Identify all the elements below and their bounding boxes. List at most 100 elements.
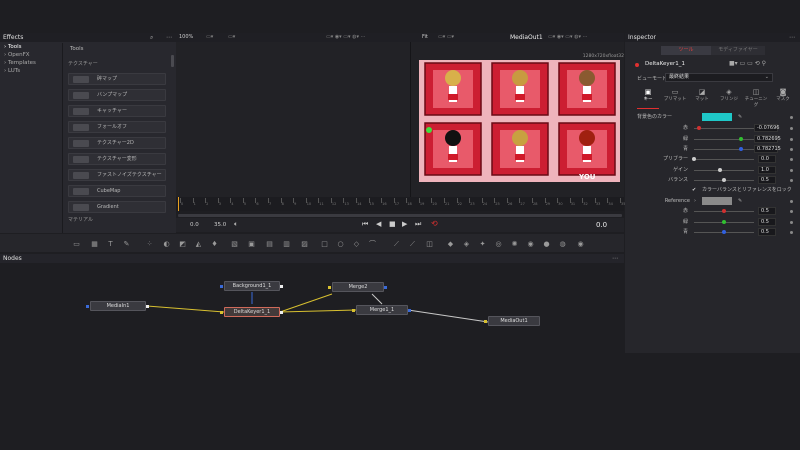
keyframe-dot[interactable] xyxy=(790,137,793,141)
channel-value[interactable]: 0.5 xyxy=(758,217,776,226)
tool-item[interactable]: フォールオフ xyxy=(68,121,166,133)
input-pin[interactable] xyxy=(328,286,331,289)
view-mode-dropdown[interactable]: 最終結果 ⌄ xyxy=(665,73,773,82)
stop-icon[interactable]: ■ xyxy=(389,220,396,228)
tool-planar-icon[interactable]: ⟋ xyxy=(408,240,417,248)
slider-knob[interactable] xyxy=(738,136,743,141)
tool-blur-icon[interactable]: ◐ xyxy=(162,240,171,248)
slider-knob[interactable] xyxy=(696,126,701,130)
nodes-panel[interactable]: Nodes ⋯ Background1_1 Merge2 MediaIn1 De… xyxy=(0,254,624,450)
fit-dropdown[interactable]: Fit xyxy=(422,33,428,42)
tool-merge-icon[interactable]: ▧ xyxy=(230,240,239,248)
start-time[interactable]: 0.0 xyxy=(190,222,199,228)
tool-text-icon[interactable]: T xyxy=(106,240,115,248)
slider-knob[interactable] xyxy=(722,178,726,182)
tool-rect-mask-icon[interactable]: □ xyxy=(320,240,329,248)
channel-value[interactable]: 0.5 xyxy=(758,207,776,215)
subtab-key[interactable]: ▣ キー xyxy=(635,88,661,108)
tool-3d-merge-icon[interactable]: ◈ xyxy=(462,240,471,248)
playhead[interactable] xyxy=(178,197,179,211)
tool-3d-icon[interactable]: ◫ xyxy=(425,240,434,248)
tool-item[interactable]: テクスチャー2D xyxy=(68,137,166,149)
node-background[interactable]: Background1_1 xyxy=(224,281,280,291)
channel-slider[interactable] xyxy=(694,149,754,150)
tool-item[interactable]: バンプマップ xyxy=(68,89,166,101)
inspector-options-icon[interactable]: ■▾ ▭ ▭ ⟲ ⚲ xyxy=(729,60,766,67)
viewer-left[interactable] xyxy=(176,42,410,197)
node-merge2[interactable]: Merge2 xyxy=(332,282,384,292)
eyedropper-icon[interactable]: ✎ xyxy=(738,112,742,122)
gain-value[interactable]: 1.0 xyxy=(758,166,776,174)
slider-knob[interactable] xyxy=(722,219,726,224)
output-pin[interactable] xyxy=(408,309,411,312)
tool-tracker-icon[interactable]: ⟋ xyxy=(392,240,401,248)
keyframe-dot[interactable] xyxy=(790,210,793,213)
go-end-icon[interactable]: ⏭︎ xyxy=(415,220,421,229)
channel-value[interactable]: 0.5 xyxy=(758,228,776,236)
play-icon[interactable]: ▶ xyxy=(402,220,407,228)
input-pin[interactable] xyxy=(352,309,355,312)
subtab-tuning[interactable]: ◫ チューニング xyxy=(743,88,769,108)
keyframe-dot[interactable] xyxy=(790,220,793,224)
current-time[interactable]: 0.0 xyxy=(596,221,607,229)
output-pin[interactable] xyxy=(280,311,283,314)
tool-drop-icon[interactable]: ♦ xyxy=(210,240,219,248)
channel-slider[interactable] xyxy=(694,138,754,140)
subtab-fringe[interactable]: ◈ フリンジ xyxy=(716,88,742,108)
preblur-value[interactable]: 0.0 xyxy=(758,155,776,163)
output-pin[interactable] xyxy=(146,305,149,308)
tool-crop-icon[interactable]: ▨ xyxy=(300,240,309,248)
tool-ellipse-mask-icon[interactable]: ○ xyxy=(336,240,345,248)
tool-item[interactable]: CubeMap xyxy=(68,185,166,197)
tool-polygon-mask-icon[interactable]: ◇ xyxy=(352,240,361,248)
tree-item-templates[interactable]: › Templates xyxy=(0,59,62,67)
tree-item-openfx[interactable]: › OpenFX xyxy=(0,51,62,59)
keyframe-dot[interactable] xyxy=(790,169,793,172)
subtab-matte[interactable]: ◪ マット xyxy=(689,88,715,108)
tool-item[interactable]: テクスチャー変形 xyxy=(68,153,166,165)
slider-knob[interactable] xyxy=(692,157,696,161)
viewer-option-icon[interactable]: ▭▾ xyxy=(206,33,213,42)
search-icon[interactable]: ⌕ xyxy=(150,33,153,42)
tool-transform-icon[interactable]: ▥ xyxy=(282,240,291,248)
channel-value[interactable]: 0.782695 xyxy=(754,134,781,143)
preblur-slider[interactable] xyxy=(694,159,754,160)
subtab-prematte[interactable]: ▭ プリマット xyxy=(662,88,688,108)
slider-knob[interactable] xyxy=(722,230,726,234)
input-pin[interactable] xyxy=(484,320,487,323)
viewer-option-icon[interactable]: ▭▾ xyxy=(228,33,235,42)
slider-knob[interactable] xyxy=(718,168,722,172)
tool-item[interactable]: キャッチャー xyxy=(68,105,166,117)
subtab-mask[interactable]: ◙ マスク xyxy=(770,88,796,108)
more-icon[interactable]: ⋯ xyxy=(789,33,795,42)
input-pin[interactable] xyxy=(220,285,223,288)
tool-grade-icon[interactable]: ◩ xyxy=(178,240,187,248)
tool-texture-icon[interactable]: ◍ xyxy=(558,240,567,248)
output-pin[interactable] xyxy=(280,285,283,288)
tool-image-icon[interactable]: ▦ xyxy=(90,240,99,248)
tool-item[interactable]: Gradient xyxy=(68,201,166,213)
keyframe-dot[interactable] xyxy=(790,200,793,203)
viewer-option-icon[interactable]: ▭▾ ◉▾ ▭▾ ◍▾ ⋯ xyxy=(326,33,366,42)
slider-knob[interactable] xyxy=(722,209,726,213)
viewer-option-icon[interactable]: ▭▾ ▭▾ xyxy=(438,33,454,42)
effects-scrollbar[interactable] xyxy=(171,55,174,67)
keyframe-dot[interactable] xyxy=(790,148,793,151)
tool-merge-icon[interactable]: ▣ xyxy=(247,240,256,248)
viewer-right[interactable]: 1280x720xfloat32 YOU xyxy=(411,42,624,197)
expand-icon[interactable]: › xyxy=(694,196,696,206)
tab-tool[interactable]: ツール xyxy=(661,46,711,55)
tool-material-icon[interactable]: ● xyxy=(542,240,551,248)
tool-renderer-icon[interactable]: ◎ xyxy=(494,240,503,248)
tool-paint-icon[interactable]: ✎ xyxy=(122,240,131,248)
slider-knob[interactable] xyxy=(738,147,743,151)
tool-particles-icon[interactable]: ⁘ xyxy=(145,240,154,248)
keyframe-dot[interactable] xyxy=(790,116,793,119)
end-time[interactable]: 35.0 xyxy=(214,222,226,228)
tool-curves-icon[interactable]: ◭ xyxy=(194,240,203,248)
input-pin[interactable] xyxy=(86,305,89,308)
step-back-icon[interactable]: ◀ xyxy=(376,220,381,228)
loop-icon[interactable]: ⟲ xyxy=(431,219,438,228)
viewer-option-icon[interactable]: ▭▾ ◉▾ ▭▾ ◍▾ ⋯ xyxy=(548,33,588,42)
tree-item-luts[interactable]: › LUTs xyxy=(0,67,62,75)
